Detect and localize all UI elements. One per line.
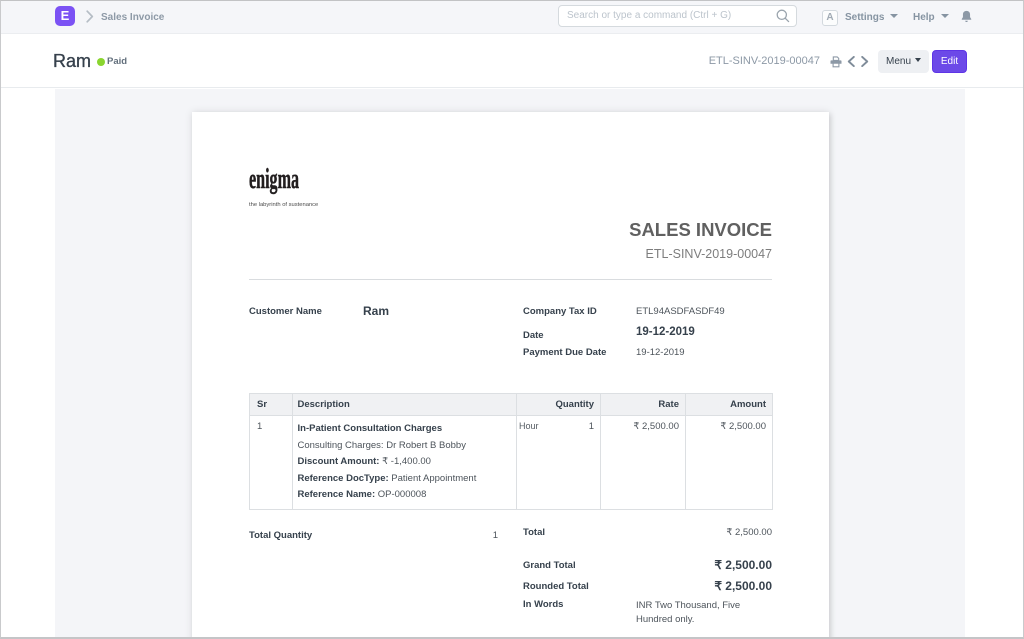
svg-text:enigma: enigma	[249, 164, 299, 195]
